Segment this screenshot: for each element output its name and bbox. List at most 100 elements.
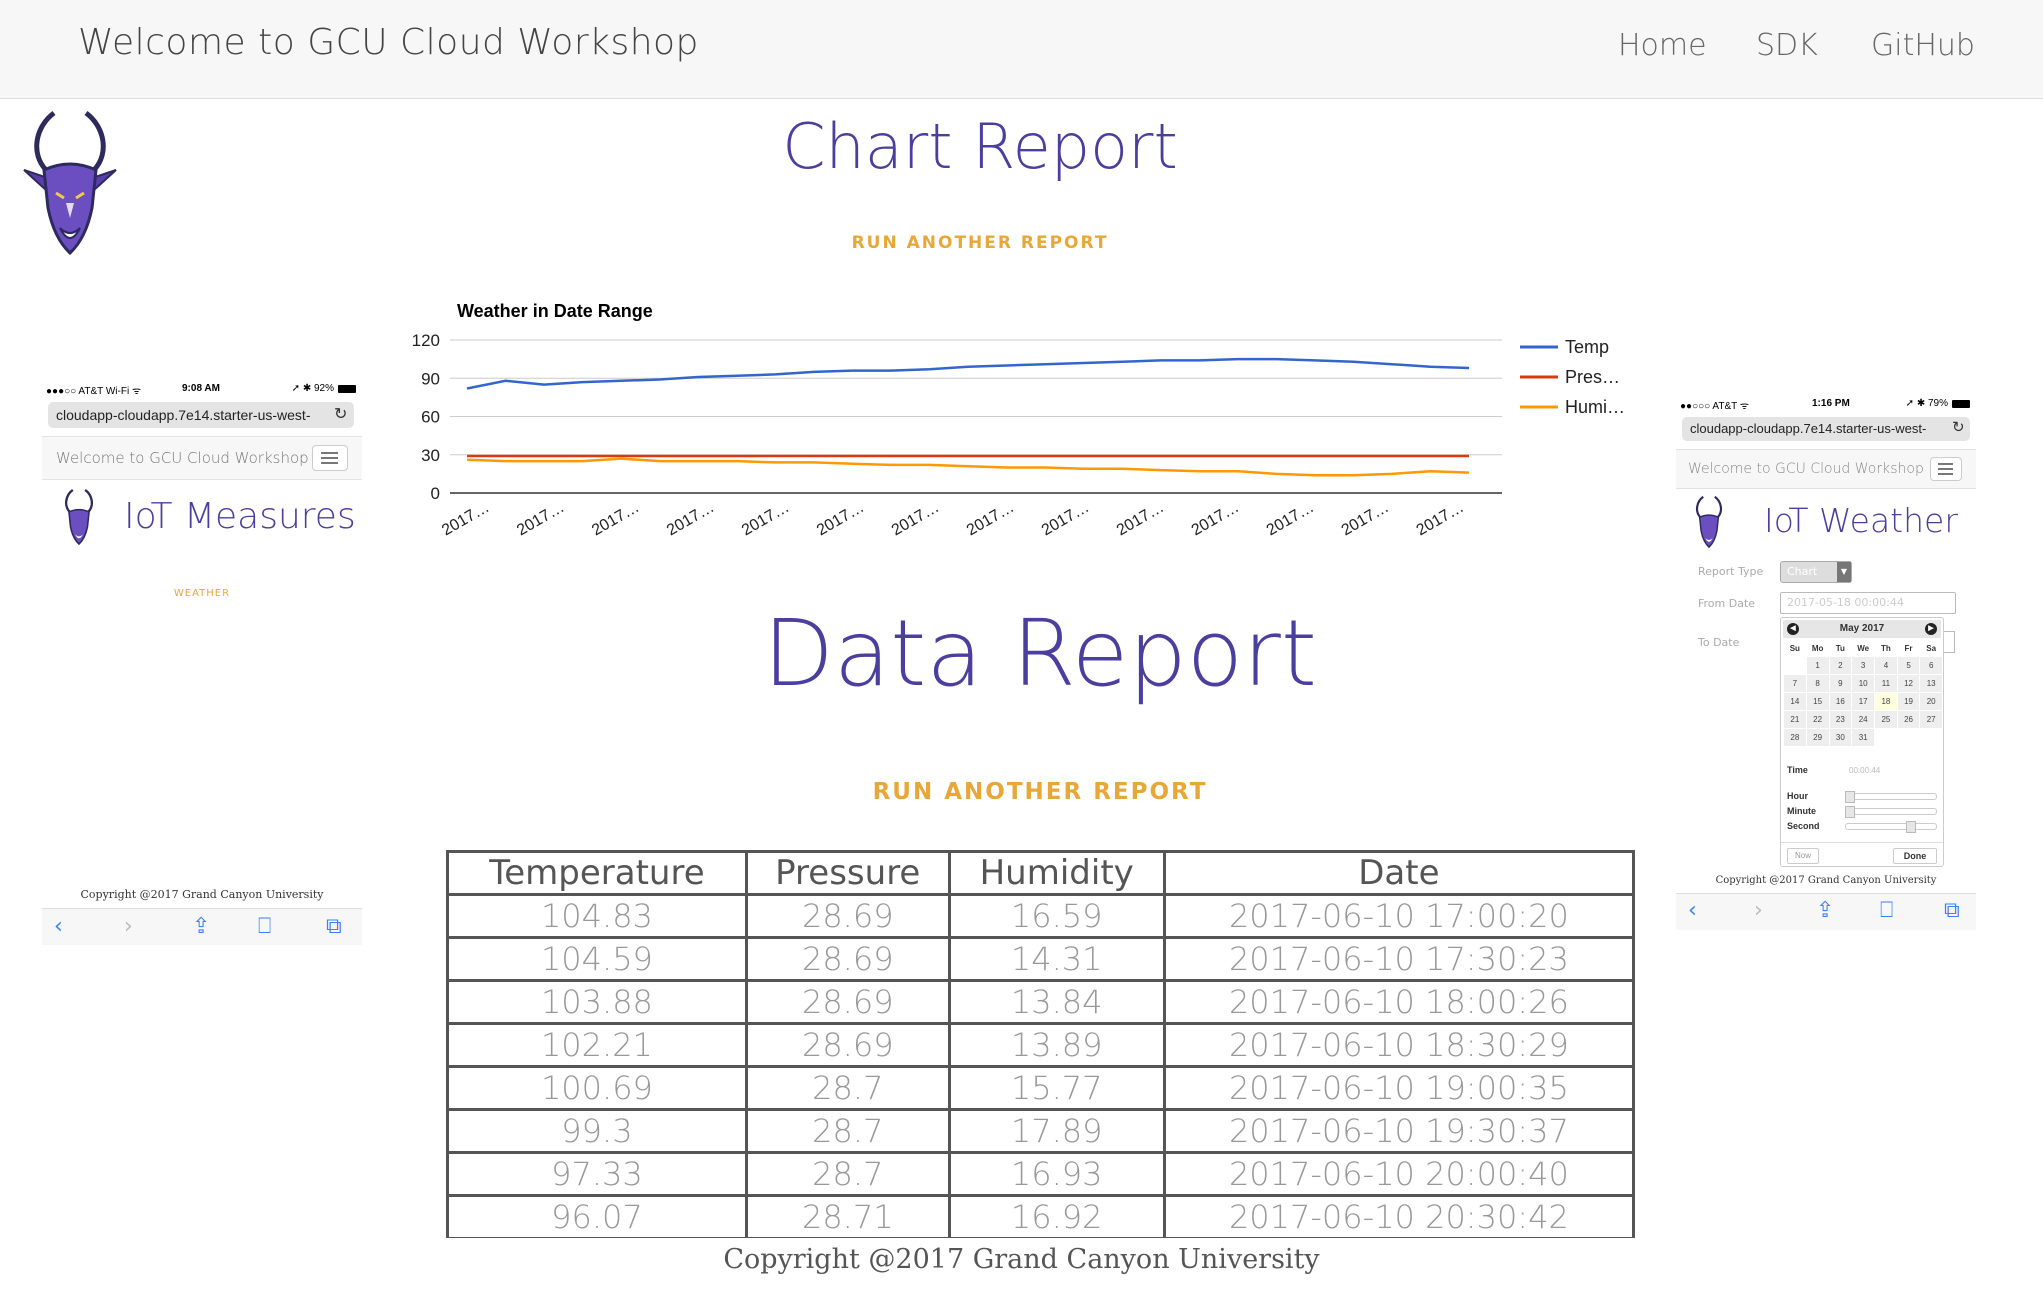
calendar-day[interactable]: 15 <box>1805 692 1830 711</box>
calendar-day[interactable]: 9 <box>1828 674 1853 693</box>
from-date-input[interactable]: 2017-05-18 00:00:44 <box>1780 592 1956 614</box>
calendar-day[interactable]: 20 <box>1919 692 1943 711</box>
phone-navbar-brand[interactable]: Welcome to GCU Cloud Workshop <box>1688 461 1924 477</box>
calendar-day[interactable]: 27 <box>1919 710 1943 729</box>
bookmarks-icon[interactable]: ⎕ <box>1880 900 1893 922</box>
address-bar[interactable]: cloudapp-cloudapp.7e14.starter-us-west- <box>48 402 354 428</box>
cell-date: 2017-06-10 18:00:26 <box>1164 980 1634 1025</box>
second-label: Second <box>1787 821 1820 831</box>
calendar-button-pane <box>1781 842 1943 843</box>
x-tick-label: 2017… <box>964 499 1017 540</box>
phone-page-title: IoT Weather <box>1764 501 1958 540</box>
minute-slider-handle[interactable] <box>1845 806 1855 818</box>
share-icon[interactable]: ⇪ <box>1816 900 1834 922</box>
cell-temperature: 104.83 <box>447 894 748 939</box>
second-slider-handle[interactable] <box>1906 821 1916 833</box>
calendar-day[interactable]: 30 <box>1828 728 1853 747</box>
calendar-day[interactable]: 1 <box>1805 656 1830 675</box>
tabs-icon[interactable]: ⧉ <box>1944 900 1960 922</box>
address-bar[interactable]: cloudapp-cloudapp.7e14.starter-us-west- <box>1682 417 1970 441</box>
table-row: 99.3 28.7 17.89 2017-06-10 19:30:37 <box>447 1109 1634 1154</box>
bookmarks-icon[interactable]: ⎕ <box>258 916 271 938</box>
table-row: 103.88 28.69 13.84 2017-06-10 18:00:26 <box>447 980 1634 1025</box>
calendar-day[interactable]: 24 <box>1851 710 1876 729</box>
calendar-month: May 2017 <box>1839 623 1885 634</box>
calendar-day[interactable]: 31 <box>1851 728 1876 747</box>
cell-humidity: 13.84 <box>949 980 1166 1025</box>
to-date-label: To Date <box>1698 636 1740 649</box>
from-date-label: From Date <box>1698 597 1756 610</box>
minute-slider[interactable] <box>1845 806 1937 818</box>
to-date-input[interactable] <box>1944 631 1955 653</box>
next-month-icon[interactable]: ▶ <box>1925 623 1937 635</box>
forward-icon[interactable]: › <box>1754 900 1763 922</box>
run-another-report-link-chart[interactable]: RUN ANOTHER REPORT <box>780 233 1180 253</box>
second-slider[interactable] <box>1845 821 1937 833</box>
calendar-day[interactable]: 14 <box>1783 692 1807 711</box>
hour-slider-handle[interactable] <box>1845 791 1855 803</box>
hamburger-menu-icon[interactable] <box>1930 457 1962 481</box>
share-icon[interactable]: ⇪ <box>192 916 210 938</box>
calendar-day <box>1783 656 1807 675</box>
table-row: 97.33 28.7 16.93 2017-06-10 20:00:40 <box>447 1152 1634 1197</box>
nav-link-home[interactable]: Home <box>1618 28 1707 63</box>
nav-link-github[interactable]: GitHub <box>1871 28 1975 63</box>
report-type-value: Chart <box>1787 565 1818 578</box>
calendar-day[interactable]: 21 <box>1783 710 1807 729</box>
run-another-report-link-data[interactable]: RUN ANOTHER REPORT <box>800 779 1280 805</box>
hamburger-menu-icon[interactable] <box>312 445 348 471</box>
weather-line-chart: Weather in Date Range 0 30 60 90 120 2017… 20… <box>412 301 1625 540</box>
calendar-day[interactable]: 22 <box>1805 710 1830 729</box>
x-tick-label: 2017… <box>739 499 792 540</box>
calendar-day[interactable]: 12 <box>1896 674 1921 693</box>
cell-humidity: 13.89 <box>949 1023 1166 1068</box>
nav-link-sdk[interactable]: SDK <box>1756 28 1818 63</box>
cell-pressure: 28.7 <box>746 1109 951 1154</box>
back-icon[interactable]: ‹ <box>1688 900 1697 922</box>
cell-humidity: 16.93 <box>949 1152 1166 1197</box>
calendar-day[interactable]: 28 <box>1783 728 1807 747</box>
calendar-day[interactable]: 17 <box>1851 692 1876 711</box>
cell-temperature: 96.07 <box>447 1195 748 1240</box>
calendar-day[interactable]: 16 <box>1828 692 1853 711</box>
status-carrier: ●●○○○ AT&T ᯤ <box>1680 401 1749 412</box>
calendar-day[interactable]: 11 <box>1874 674 1898 693</box>
calendar-day[interactable]: 4 <box>1874 656 1898 675</box>
cell-pressure: 28.71 <box>746 1195 951 1240</box>
reload-icon[interactable]: ↻ <box>1952 418 1965 436</box>
table-row: 104.83 28.69 16.59 2017-06-10 17:00:20 <box>447 894 1634 939</box>
calendar-day[interactable]: 3 <box>1851 656 1876 675</box>
forward-icon[interactable]: › <box>124 916 133 938</box>
calendar-day[interactable]: 8 <box>1805 674 1830 693</box>
hour-slider[interactable] <box>1845 791 1937 803</box>
tabs-icon[interactable]: ⧉ <box>326 916 342 938</box>
cell-date: 2017-06-10 20:30:42 <box>1164 1195 1634 1240</box>
x-tick-label: 2017… <box>589 499 642 540</box>
calendar-day[interactable]: 26 <box>1896 710 1921 729</box>
calendar-day[interactable]: 23 <box>1828 710 1853 729</box>
phone-navbar-brand[interactable]: Welcome to GCU Cloud Workshop <box>56 449 309 467</box>
calendar-day[interactable]: 10 <box>1851 674 1876 693</box>
legend-label: Temp <box>1565 337 1609 357</box>
calendar-day[interactable]: 5 <box>1896 656 1921 675</box>
chevron-down-icon: ▼ <box>1837 562 1851 582</box>
cell-temperature: 97.33 <box>447 1152 748 1197</box>
navbar-brand[interactable]: Welcome to GCU Cloud Workshop <box>78 22 699 63</box>
reload-icon[interactable]: ↻ <box>334 404 348 423</box>
phone-status-bar: ●●●○○ AT&T Wi-Fi ᯤ 9:08 AM ➚ ✱ 92% <box>42 380 362 398</box>
calendar-day[interactable]: 19 <box>1896 692 1921 711</box>
back-icon[interactable]: ‹ <box>54 916 63 938</box>
report-type-select[interactable]: Chart ▼ <box>1780 561 1852 583</box>
prev-month-icon[interactable]: ◀ <box>1787 623 1799 635</box>
calendar-day[interactable]: 2 <box>1828 656 1853 675</box>
calendar-day[interactable]: 18 <box>1874 692 1898 711</box>
calendar-day[interactable]: 25 <box>1874 710 1898 729</box>
done-button[interactable]: Done <box>1893 848 1937 864</box>
calendar-day[interactable]: 29 <box>1805 728 1830 747</box>
calendar-day[interactable]: 7 <box>1783 674 1807 693</box>
now-button[interactable]: Now <box>1787 848 1819 864</box>
calendar-day[interactable]: 6 <box>1919 656 1943 675</box>
calendar-day[interactable]: 13 <box>1919 674 1943 693</box>
cell-humidity: 16.92 <box>949 1195 1166 1240</box>
weather-link[interactable]: WEATHER <box>42 588 362 599</box>
